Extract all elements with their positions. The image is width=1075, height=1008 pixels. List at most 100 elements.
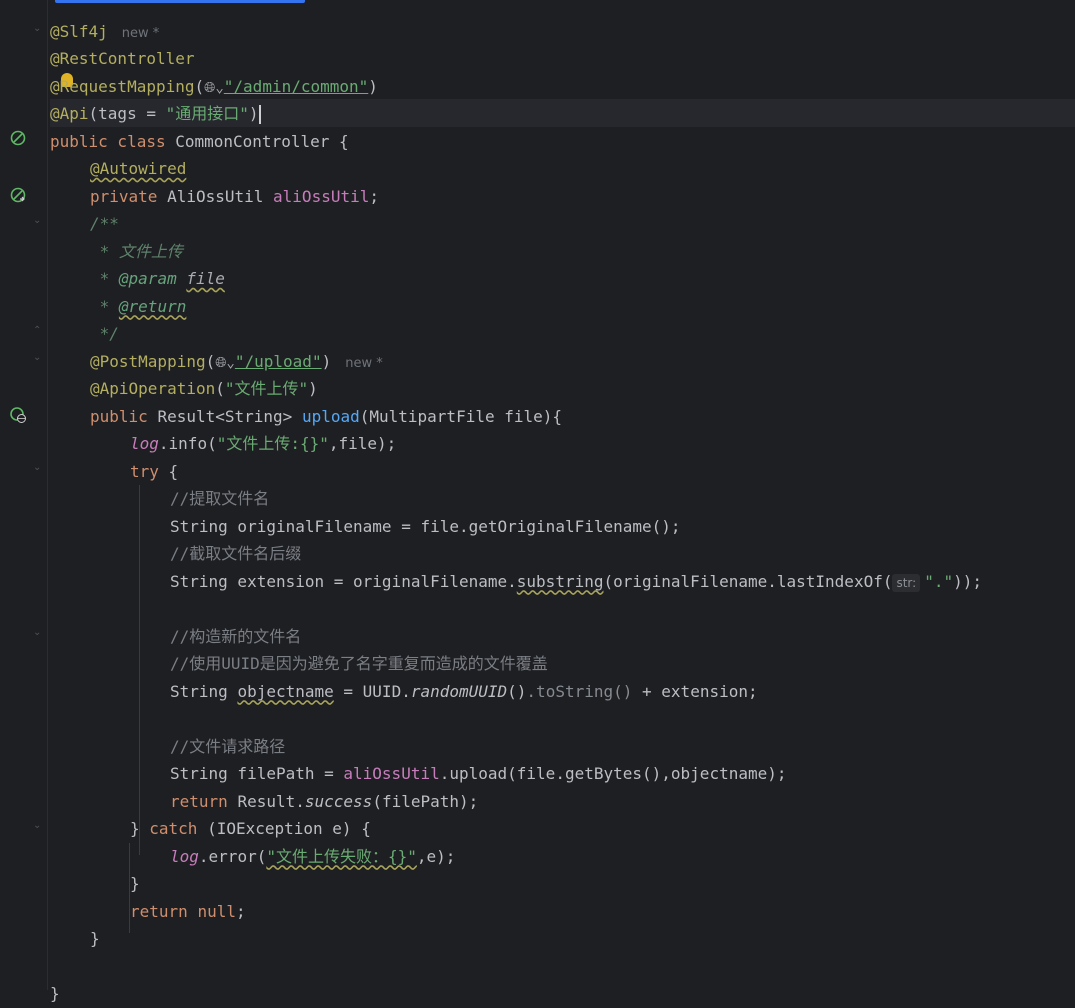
- bean-icon[interactable]: [10, 130, 26, 146]
- code-line-23: //构造新的文件名: [170, 623, 301, 651]
- keyword: private: [90, 186, 168, 206]
- comment: //使用UUID是因为避免了名字重复而造成的文件覆盖: [170, 654, 548, 673]
- code-text: String: [170, 681, 238, 701]
- code-line-30: } catch (IOException e) {: [130, 815, 371, 843]
- fold-marker-icon[interactable]: ⌄: [33, 352, 41, 363]
- code-text: .error(: [198, 846, 267, 866]
- annotation: @RestController: [50, 49, 195, 68]
- comment: //构造新的文件名: [170, 626, 302, 646]
- paren: (: [205, 351, 216, 371]
- semicolon: ;: [369, 186, 379, 206]
- field-name: aliOssUtil: [273, 186, 370, 206]
- string-literal: "通用接口": [165, 104, 249, 123]
- annotation: @RequestMapping: [50, 76, 195, 96]
- code-text: }: [90, 929, 100, 948]
- code-text: CommonController {: [175, 131, 349, 151]
- fold-marker-icon[interactable]: ⌄: [33, 215, 41, 226]
- code-line-18: //提取文件名: [170, 485, 269, 513]
- annotation: @PostMapping: [90, 351, 206, 371]
- code-editor[interactable]: @Slf4j new * @RestController @RequestMapp…: [50, 0, 1075, 1003]
- type-name: AliOssUtil: [167, 186, 274, 206]
- code-text: String filePath =: [170, 764, 344, 783]
- code-text: (filePath);: [372, 791, 479, 811]
- string-literal: "文件上传": [224, 379, 309, 398]
- fold-marker-icon[interactable]: ⌄: [33, 23, 41, 34]
- keyword: return: [130, 901, 198, 921]
- javadoc: *: [90, 296, 119, 316]
- code-line-3: @RequestMapping(🌐︎⌄"/admin/common"): [50, 73, 378, 101]
- code-text: Result.: [237, 791, 305, 811]
- javadoc: /**: [90, 214, 119, 233]
- code-line-5: public class CommonController {: [50, 128, 349, 156]
- paren: (: [215, 379, 225, 398]
- javadoc: * 文件上传: [90, 241, 183, 261]
- code-text: (MultipartFile file){: [359, 406, 563, 426]
- vcs-inline-hint[interactable]: new *: [345, 356, 383, 371]
- string-literal: ".": [924, 571, 954, 591]
- code-text: }: [50, 984, 60, 1003]
- code-text: ));: [953, 571, 983, 591]
- fold-marker-icon[interactable]: ⌄: [33, 627, 41, 638]
- vcs-inline-hint[interactable]: new *: [122, 26, 160, 41]
- code-line-6: @Autowired: [90, 155, 186, 183]
- code-line-20: //截取文件名后缀: [170, 540, 301, 568]
- javadoc: *: [90, 269, 119, 288]
- comment: //提取文件名: [170, 489, 270, 508]
- code-text: }: [130, 819, 150, 838]
- keyword: return: [170, 791, 238, 811]
- code-text: (originalFilename.lastIndexOf(: [603, 571, 893, 591]
- code-text: ,file);: [328, 434, 397, 453]
- variable-name: objectname: [237, 681, 334, 701]
- code-text: + extension;: [632, 681, 758, 701]
- code-text: {: [168, 461, 179, 481]
- fold-marker-icon[interactable]: ⌄: [33, 462, 41, 473]
- annotation: @Api: [50, 104, 89, 123]
- keyword: try: [130, 461, 169, 481]
- code-text: }: [130, 874, 140, 893]
- fold-marker-icon[interactable]: ⌃: [33, 325, 41, 336]
- code-text: (): [613, 681, 633, 701]
- code-line-8: /**: [90, 210, 119, 238]
- semicolon: ;: [235, 901, 246, 921]
- string-literal: "文件上传失败：{}": [266, 846, 417, 866]
- code-line-10: * @param file: [90, 265, 225, 293]
- indent-guide: [139, 485, 140, 855]
- text-caret: [258, 105, 261, 124]
- redundant-call: .toString: [526, 681, 614, 701]
- url-path-string[interactable]: "/admin/common": [224, 77, 369, 96]
- code-line-19: String originalFilename = file.getOrigin…: [170, 513, 681, 541]
- code-text: (IOException e) {: [207, 819, 371, 838]
- annotation: @ApiOperation: [90, 379, 216, 398]
- field-name: log: [130, 434, 159, 453]
- globe-icon[interactable]: 🌐︎⌄: [215, 350, 235, 378]
- url-path-string[interactable]: "/upload": [235, 352, 322, 371]
- code-line-32: }: [130, 870, 140, 898]
- code-text: .info(: [158, 434, 217, 453]
- web-endpoint-icon[interactable]: [10, 407, 26, 423]
- code-line-27: //文件请求路径: [170, 733, 285, 761]
- method-name: substring: [516, 571, 604, 591]
- annotation: @Slf4j: [50, 21, 108, 41]
- code-line-15: public Result<String> upload(MultipartFi…: [90, 403, 562, 431]
- fold-marker-icon[interactable]: ⌄: [33, 820, 41, 831]
- code-line-2: @RestController: [50, 45, 195, 73]
- field-name: aliOssUtil: [343, 764, 440, 783]
- method-name: upload: [301, 406, 360, 426]
- type-name: Result<String>: [157, 406, 302, 426]
- annotation: @Autowired: [90, 159, 187, 178]
- code-text: (): [507, 681, 527, 701]
- keyword: public: [90, 406, 158, 426]
- paren: (: [194, 76, 205, 96]
- javadoc-param: file: [186, 269, 225, 288]
- globe-icon[interactable]: 🌐︎⌄: [204, 75, 224, 103]
- keyword: public class: [50, 131, 176, 151]
- javadoc-tag: @return: [118, 296, 187, 316]
- autowired-bean-icon[interactable]: [10, 187, 26, 203]
- keyword: null: [197, 901, 236, 921]
- field-name: log: [170, 846, 199, 866]
- code-line-21: String extension = originalFilename.subs…: [170, 568, 982, 596]
- code-line-34: }: [90, 925, 100, 953]
- code-text: ,e);: [416, 846, 456, 866]
- code-line-11: * @return: [90, 293, 187, 321]
- keyword: catch: [149, 819, 208, 838]
